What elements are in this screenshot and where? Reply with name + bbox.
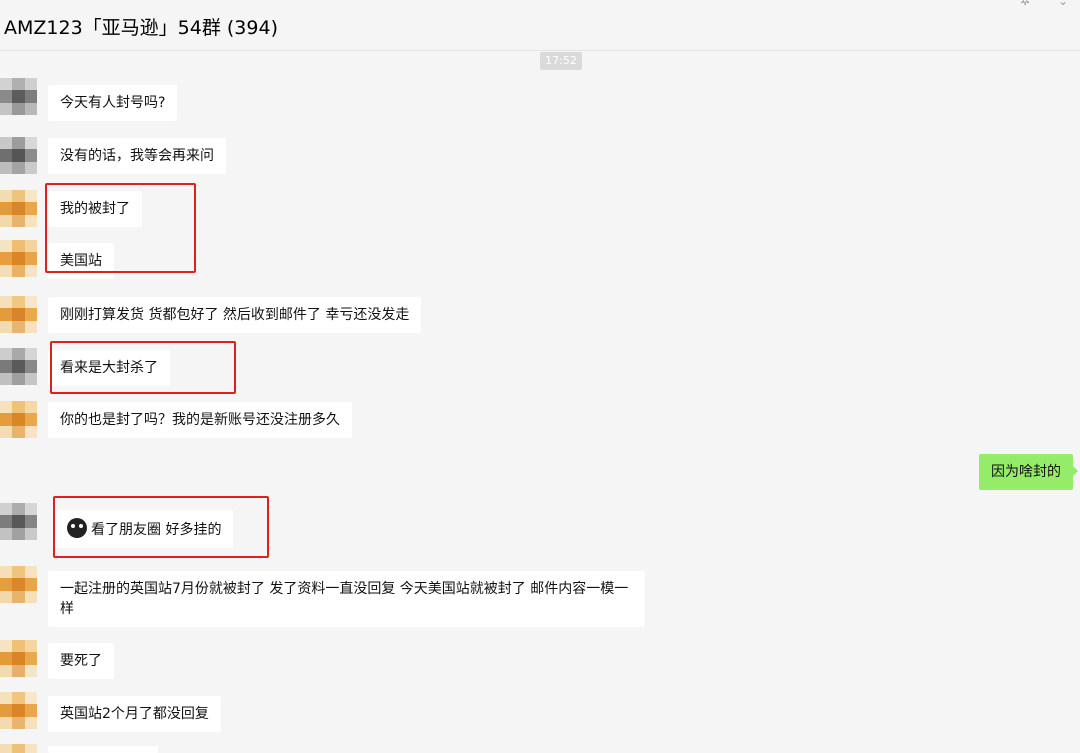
chat-title: AMZ123「亚马逊」54群 (394) bbox=[4, 17, 278, 39]
message-bubble[interactable]: 今天有人封号吗? bbox=[48, 85, 178, 121]
avatar[interactable] bbox=[0, 401, 37, 438]
avatar[interactable] bbox=[0, 348, 37, 385]
self-message-text: 因为啥封的 bbox=[991, 464, 1061, 480]
avatar[interactable] bbox=[0, 566, 37, 603]
avatar[interactable] bbox=[0, 640, 37, 677]
message-bubble[interactable] bbox=[48, 746, 158, 753]
message-timestamp: 17:52 bbox=[540, 52, 582, 70]
avatar[interactable] bbox=[0, 190, 37, 227]
self-message-bubble[interactable]: 因为啥封的 bbox=[979, 454, 1078, 490]
avatar[interactable] bbox=[0, 240, 37, 277]
message-bubble[interactable]: 一起注册的英国站7月份就被封了 发了资料一直没回复 今天美国站就被封了 邮件内容… bbox=[48, 571, 645, 627]
highlight-box bbox=[50, 341, 236, 394]
avatar[interactable] bbox=[0, 744, 37, 753]
message-bubble[interactable]: 英国站2个月了都没回复 bbox=[48, 696, 221, 732]
message-bubble[interactable]: 你的也是封了吗？我的是新账号还没注册多久 bbox=[48, 402, 352, 438]
message-bubble[interactable]: 刚刚打算发货 货都包好了 然后收到邮件了 幸亏还没发走 bbox=[48, 297, 422, 333]
pin-icon[interactable]: ✲ bbox=[1020, 0, 1030, 8]
highlight-box bbox=[45, 183, 196, 273]
chat-header: AMZ123「亚马逊」54群 (394) ✲ ⌄ bbox=[0, 0, 1080, 51]
message-bubble[interactable]: 没有的话，我等会再来问 bbox=[48, 138, 226, 174]
bubble-tail bbox=[1073, 466, 1078, 476]
highlight-box bbox=[53, 496, 269, 558]
avatar[interactable] bbox=[0, 78, 37, 115]
message-bubble[interactable]: 要死了 bbox=[48, 643, 114, 679]
avatar[interactable] bbox=[0, 692, 37, 729]
avatar[interactable] bbox=[0, 503, 37, 540]
more-icon[interactable]: ⌄ bbox=[1058, 0, 1068, 8]
avatar[interactable] bbox=[0, 137, 37, 174]
avatar[interactable] bbox=[0, 296, 37, 333]
